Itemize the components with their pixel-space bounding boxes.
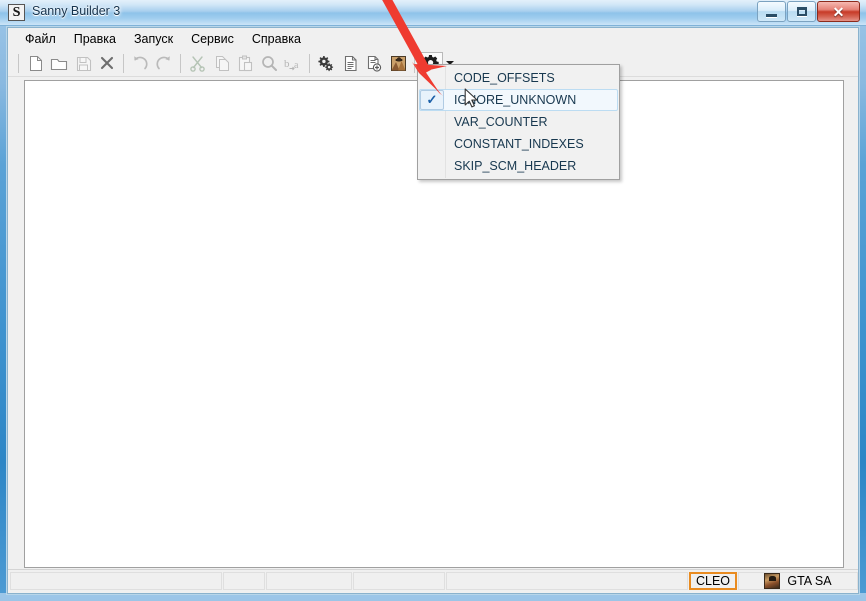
- scissors-icon: [189, 55, 205, 72]
- toolbar-separator: [414, 53, 415, 73]
- search-button[interactable]: [257, 52, 281, 75]
- minimize-icon: [766, 13, 777, 17]
- copy-icon: [215, 55, 229, 71]
- menu-item-label: CONSTANT_INDEXES: [454, 137, 584, 151]
- toolbar-separator: [309, 53, 310, 73]
- application-window: S Sanny Builder 3 ✕ Файл Правка Запуск С…: [0, 0, 866, 601]
- status-bar: CLEO GTA SA: [8, 569, 858, 593]
- compile-button[interactable]: [314, 52, 338, 75]
- open-folder-icon: [50, 58, 68, 70]
- gta-character-icon: [390, 55, 406, 71]
- menu-item-skip-scm-header[interactable]: SKIP_SCM_HEADER: [419, 155, 618, 177]
- add-script-button[interactable]: [362, 52, 386, 75]
- menu-service[interactable]: Сервис: [182, 29, 243, 49]
- menu-bar: Файл Правка Запуск Сервис Справка: [8, 28, 858, 50]
- new-file-icon: [29, 55, 42, 71]
- replace-button[interactable]: b a: [281, 52, 305, 75]
- menu-item-label: CODE_OFFSETS: [454, 71, 555, 85]
- compiler-options-menu: CODE_OFFSETS ✓ IGNORE_UNKNOWN VAR_COUNTE…: [417, 64, 620, 180]
- game-badge[interactable]: GTA SA: [738, 572, 858, 590]
- document-plus-icon: [367, 55, 382, 72]
- redo-arrow-icon: [156, 55, 170, 69]
- window-title: Sanny Builder 3: [32, 4, 121, 18]
- menu-item-label: SKIP_SCM_HEADER: [454, 159, 577, 173]
- paste-clipboard-icon: [238, 55, 252, 71]
- redo-button[interactable]: [152, 52, 176, 75]
- maximize-icon: [796, 7, 807, 16]
- menu-edit[interactable]: Правка: [65, 29, 125, 49]
- title-bar[interactable]: S Sanny Builder 3 ✕: [0, 0, 866, 26]
- status-panel-modified: [266, 572, 352, 590]
- paste-button[interactable]: [233, 52, 257, 75]
- undo-arrow-icon: [134, 55, 148, 69]
- status-panel-insert-mode: [223, 572, 265, 590]
- toolbar-separator: [18, 53, 19, 73]
- close-button[interactable]: ✕: [817, 1, 860, 22]
- maximize-button[interactable]: [787, 1, 816, 22]
- status-panel-message: [446, 572, 688, 590]
- undo-button[interactable]: [128, 52, 152, 75]
- menu-help[interactable]: Справка: [243, 29, 310, 49]
- sanny-builder-icon-glyph: S: [9, 5, 24, 20]
- toolbar-separator: [123, 53, 124, 73]
- minimize-button[interactable]: [757, 1, 786, 22]
- gears-icon: [318, 55, 334, 71]
- menu-item-ignore-unknown[interactable]: ✓ IGNORE_UNKNOWN: [419, 89, 618, 111]
- svg-text:a: a: [294, 60, 299, 71]
- menu-run[interactable]: Запуск: [125, 29, 182, 49]
- copy-button[interactable]: [209, 52, 233, 75]
- document-lines-icon: [344, 55, 357, 71]
- gta-character-icon: [764, 573, 781, 589]
- menu-item-var-counter[interactable]: VAR_COUNTER: [419, 111, 618, 133]
- cleo-mode-badge[interactable]: CLEO: [689, 572, 737, 590]
- status-panel-filesize: [353, 572, 445, 590]
- save-file-button[interactable]: [71, 52, 95, 75]
- magnifier-icon: [261, 55, 277, 71]
- save-disk-icon: [76, 56, 91, 71]
- status-panel-position: [10, 572, 222, 590]
- game-badge-label: GTA SA: [787, 574, 832, 588]
- cut-button[interactable]: [185, 52, 209, 75]
- decompile-button[interactable]: [338, 52, 362, 75]
- close-file-button[interactable]: [95, 52, 119, 75]
- menu-item-label: VAR_COUNTER: [454, 115, 548, 129]
- menu-item-code-offsets[interactable]: CODE_OFFSETS: [419, 67, 618, 89]
- open-file-button[interactable]: [47, 52, 71, 75]
- toolbar-separator: [180, 53, 181, 73]
- game-launch-button[interactable]: [386, 52, 410, 75]
- new-file-button[interactable]: [23, 52, 47, 75]
- close-icon: ✕: [832, 3, 845, 20]
- menu-file[interactable]: Файл: [16, 29, 65, 49]
- menu-item-constant-indexes[interactable]: CONSTANT_INDEXES: [419, 133, 618, 155]
- replace-ba-icon: b a: [284, 58, 299, 71]
- menu-item-label: IGNORE_UNKNOWN: [454, 93, 577, 107]
- close-x-icon: [100, 56, 114, 70]
- sanny-builder-icon: S: [8, 4, 25, 21]
- check-icon: ✓: [420, 90, 444, 110]
- svg-text:b: b: [284, 58, 290, 70]
